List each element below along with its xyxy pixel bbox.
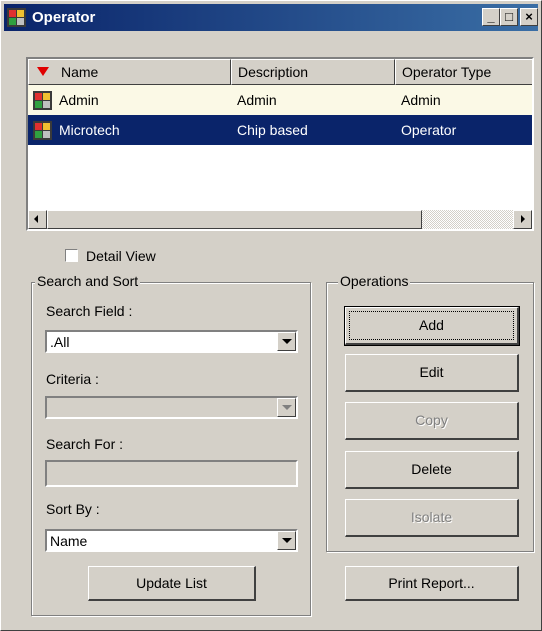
- search-for-input[interactable]: [45, 460, 298, 487]
- dropdown-button[interactable]: [277, 531, 296, 550]
- title-bar[interactable]: Operator _ □ ×: [4, 4, 538, 31]
- scroll-track[interactable]: [422, 210, 513, 229]
- column-header-operator-type[interactable]: Operator Type: [395, 59, 532, 85]
- cell-operator-type: Admin: [401, 92, 441, 108]
- cell-description: Chip based: [237, 122, 308, 138]
- sort-by-select[interactable]: Name: [45, 529, 298, 552]
- operator-icon: [33, 91, 52, 110]
- detail-view-checkbox[interactable]: [65, 249, 78, 262]
- table-row[interactable]: Microtech Chip based Operator: [28, 115, 532, 145]
- column-header-description[interactable]: Description: [231, 59, 395, 85]
- operator-window: Operator _ □ × Name Description Operator…: [0, 0, 542, 631]
- close-button[interactable]: ×: [520, 8, 538, 26]
- window-title: Operator: [32, 9, 96, 26]
- search-field-label: Search Field :: [46, 303, 133, 319]
- arrow-right-icon: [521, 215, 525, 223]
- arrow-left-icon: [34, 215, 38, 223]
- update-list-button[interactable]: Update List: [88, 566, 256, 601]
- cell-operator-type: Operator: [401, 122, 457, 138]
- operator-icon: [33, 121, 52, 140]
- column-header-name[interactable]: Name: [28, 59, 231, 85]
- chevron-down-icon: [282, 339, 292, 344]
- chevron-down-icon: [282, 538, 292, 543]
- isolate-button[interactable]: Isolate: [345, 499, 519, 537]
- list-header: Name Description Operator Type: [28, 59, 532, 85]
- sort-descending-icon: [37, 67, 49, 76]
- add-button[interactable]: Add: [344, 306, 520, 346]
- scroll-thumb[interactable]: [47, 210, 422, 229]
- search-and-sort-legend: Search and Sort: [35, 273, 141, 289]
- copy-button[interactable]: Copy: [345, 402, 519, 440]
- edit-button[interactable]: Edit: [345, 354, 519, 392]
- detail-view-label[interactable]: Detail View: [86, 248, 156, 264]
- sort-by-label: Sort By :: [46, 501, 100, 517]
- cell-description: Admin: [237, 92, 277, 108]
- cell-name: Microtech: [59, 122, 120, 138]
- maximize-button[interactable]: □: [500, 8, 518, 26]
- print-report-button[interactable]: Print Report...: [345, 566, 519, 601]
- criteria-select[interactable]: [45, 396, 298, 419]
- operator-app-icon: [7, 8, 26, 27]
- operator-list[interactable]: Name Description Operator Type Admin Adm…: [26, 57, 534, 231]
- cell-name: Admin: [59, 92, 99, 108]
- scroll-right-button[interactable]: [513, 210, 532, 229]
- table-row[interactable]: Admin Admin Admin: [28, 85, 532, 115]
- search-for-label: Search For :: [46, 436, 124, 452]
- delete-button[interactable]: Delete: [345, 451, 519, 489]
- horizontal-scrollbar[interactable]: [28, 210, 532, 229]
- search-field-select[interactable]: .All: [45, 330, 298, 353]
- dropdown-button[interactable]: [277, 398, 296, 417]
- criteria-label: Criteria :: [46, 371, 99, 387]
- dropdown-button[interactable]: [277, 332, 296, 351]
- operations-legend: Operations: [338, 273, 411, 289]
- scroll-left-button[interactable]: [28, 210, 47, 229]
- chevron-down-icon: [282, 405, 292, 410]
- minimize-button[interactable]: _: [482, 8, 500, 26]
